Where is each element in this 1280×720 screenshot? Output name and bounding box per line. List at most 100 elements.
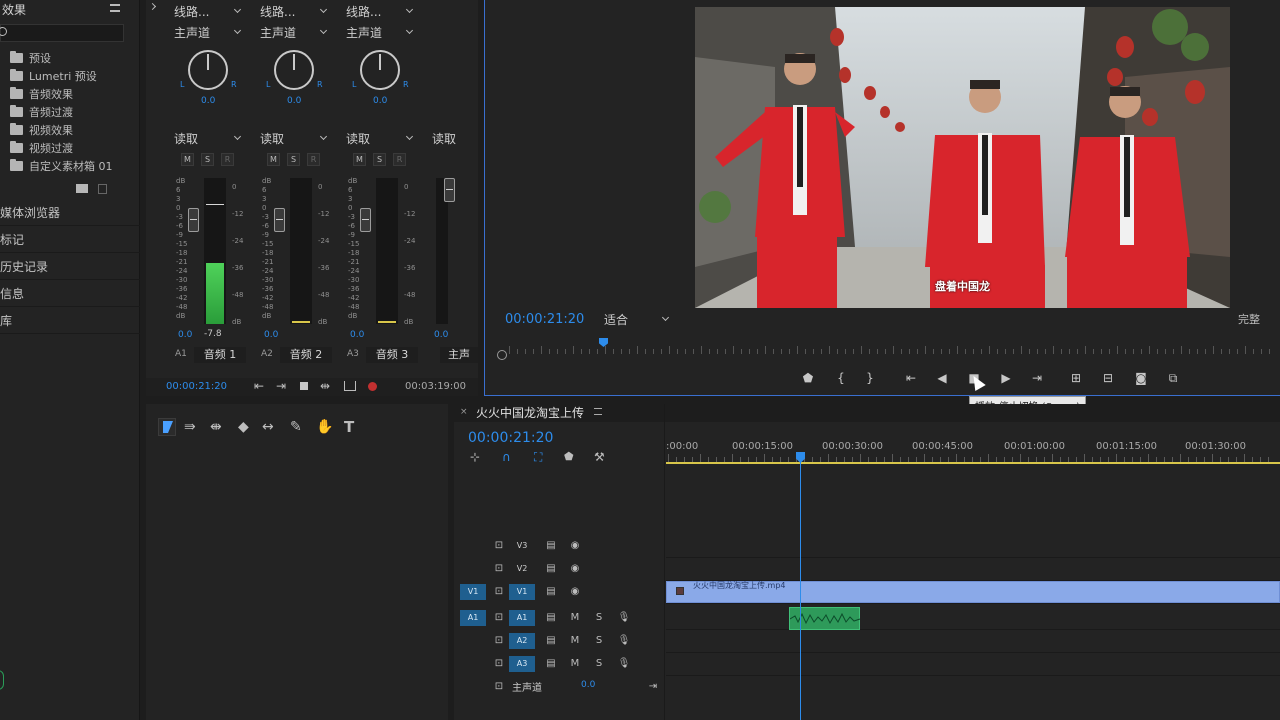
master-automation-dropdown[interactable]: 读取 (428, 129, 468, 147)
master-fader[interactable] (444, 178, 455, 202)
ripple-edit-icon[interactable]: ⇼ (210, 419, 222, 435)
lock-icon[interactable]: ⊡ (492, 656, 506, 672)
type-tool-icon[interactable]: T (344, 418, 354, 436)
mark-out-icon[interactable]: } (862, 370, 878, 386)
lock-icon[interactable]: ⊡ (492, 679, 506, 695)
source-patch[interactable]: V1 (460, 584, 486, 600)
sync-lock-icon[interactable]: ▤ (544, 656, 558, 672)
automation-dropdown[interactable]: 读取 (256, 129, 330, 147)
side-link[interactable]: 信息 (0, 281, 140, 307)
razor-icon[interactable]: ◆ (238, 419, 249, 435)
pan-value[interactable]: 0.0 (287, 96, 301, 106)
sequence-menu-icon[interactable] (594, 408, 602, 415)
sync-lock-icon[interactable]: ▤ (544, 538, 558, 554)
extract-icon[interactable]: ⊟ (1100, 370, 1116, 386)
lock-icon[interactable]: ⊡ (492, 561, 506, 577)
output-dropdown[interactable]: 主声道 (170, 23, 244, 41)
sync-lock-icon[interactable]: ▤ (544, 584, 558, 600)
step-forward-icon[interactable]: ▶ (998, 370, 1014, 386)
route-dropdown[interactable]: 线路... (342, 2, 416, 20)
record-enable-button[interactable]: R (221, 153, 234, 166)
side-link[interactable]: 历史记录 (0, 254, 140, 280)
close-tab-icon[interactable]: × (460, 407, 468, 417)
nest-icon[interactable]: ⊹ (470, 450, 480, 464)
volume-fader[interactable] (274, 208, 285, 232)
zoom-handle-icon[interactable] (497, 350, 507, 360)
route-dropdown[interactable]: 线路... (170, 2, 244, 20)
pan-value[interactable]: 0.0 (373, 96, 387, 106)
goto-in-icon[interactable]: ⇤ (254, 379, 264, 393)
snap-icon[interactable]: ∩ (502, 450, 511, 464)
eye-icon[interactable]: ◉ (568, 538, 582, 554)
effects-item[interactable]: 视频过渡 (10, 140, 73, 156)
pan-knob[interactable] (274, 50, 314, 90)
program-timecode[interactable]: 00:00:21:20 (505, 312, 584, 327)
pan-knob[interactable] (188, 50, 228, 90)
solo-track-button[interactable]: S (592, 610, 606, 626)
track-target[interactable]: A2 (509, 633, 535, 649)
eye-icon[interactable]: ◉ (568, 561, 582, 577)
voiceover-mic-icon[interactable]: 🎙 (617, 656, 631, 672)
voiceover-mic-icon[interactable]: 🎙 (617, 610, 631, 626)
mute-button[interactable]: M (353, 153, 366, 166)
linked-selection-icon[interactable]: ⛶ (534, 450, 542, 465)
effects-item[interactable]: Lumetri 预设 (10, 68, 97, 84)
stop-icon[interactable] (300, 382, 308, 390)
sequence-timecode[interactable]: 00:00:21:20 (468, 430, 553, 446)
new-bin-icon[interactable] (76, 184, 88, 193)
quality-dropdown[interactable]: 完整 (1238, 311, 1260, 327)
camera-icon[interactable]: ◙ (1133, 370, 1149, 386)
effects-item[interactable]: 音频过渡 (10, 104, 73, 120)
hand-icon[interactable]: ✋ (316, 419, 333, 435)
master-track-value[interactable]: 0.0 (581, 680, 595, 690)
video-clip[interactable]: 火火中国龙淘宝上传.mp4 (666, 581, 1280, 603)
program-scrubber[interactable] (497, 338, 1280, 360)
slip-icon[interactable]: ↔ (262, 419, 274, 435)
record-enable-button[interactable]: R (393, 153, 406, 166)
mute-button[interactable]: M (181, 153, 194, 166)
add-marker-icon[interactable]: ⬟ (800, 370, 816, 386)
loop-icon[interactable] (344, 381, 356, 391)
fader-value[interactable]: 0.0 (264, 330, 278, 340)
play-in-to-out-icon[interactable]: ⇹ (320, 379, 330, 393)
side-link[interactable]: 库 (0, 308, 140, 334)
solo-track-button[interactable]: S (592, 633, 606, 649)
track-target[interactable]: A3 (509, 656, 535, 672)
effects-item[interactable]: 预设 (10, 50, 51, 66)
effects-item[interactable]: 音频效果 (10, 86, 73, 102)
source-patch[interactable]: A1 (460, 610, 486, 626)
lock-icon[interactable]: ⊡ (492, 538, 506, 554)
mute-track-button[interactable]: M (568, 610, 582, 626)
effects-search-input[interactable] (0, 24, 124, 42)
mark-in-icon[interactable]: { (833, 370, 849, 386)
go-to-out-icon[interactable]: ⇥ (1029, 370, 1045, 386)
goto-end-icon[interactable]: ⇥ (646, 679, 660, 695)
track-target[interactable]: V3 (509, 538, 535, 554)
solo-button[interactable]: S (373, 153, 386, 166)
pan-knob[interactable] (360, 50, 400, 90)
work-area-bar[interactable] (666, 462, 1280, 464)
side-link[interactable]: 媒体浏览器 (0, 200, 140, 226)
fader-value[interactable]: 0.0 (178, 330, 192, 340)
sync-lock-icon[interactable]: ▤ (544, 610, 558, 626)
eye-icon[interactable]: ◉ (568, 584, 582, 600)
fit-dropdown[interactable]: 适合 (600, 310, 672, 328)
track-target[interactable]: V1 (509, 584, 535, 600)
side-link[interactable]: 标记 (0, 227, 140, 253)
pen-icon[interactable]: ✎ (290, 419, 302, 435)
add-marker-timeline-icon[interactable]: ⬟ (564, 450, 574, 463)
volume-fader[interactable] (360, 208, 371, 232)
record-enable-button[interactable]: R (307, 153, 320, 166)
lock-icon[interactable]: ⊡ (492, 610, 506, 626)
mute-track-button[interactable]: M (568, 656, 582, 672)
go-to-in-icon[interactable]: ⇤ (903, 370, 919, 386)
compare-view-icon[interactable]: ⧉ (1165, 370, 1181, 386)
selection-tool[interactable] (158, 418, 176, 436)
panel-menu-icon[interactable] (110, 4, 120, 12)
mute-button[interactable]: M (267, 153, 280, 166)
record-icon[interactable] (368, 382, 377, 391)
lift-icon[interactable]: ⊞ (1068, 370, 1084, 386)
sync-lock-icon[interactable]: ▤ (544, 633, 558, 649)
step-back-icon[interactable]: ◀ (934, 370, 950, 386)
solo-button[interactable]: S (287, 153, 300, 166)
